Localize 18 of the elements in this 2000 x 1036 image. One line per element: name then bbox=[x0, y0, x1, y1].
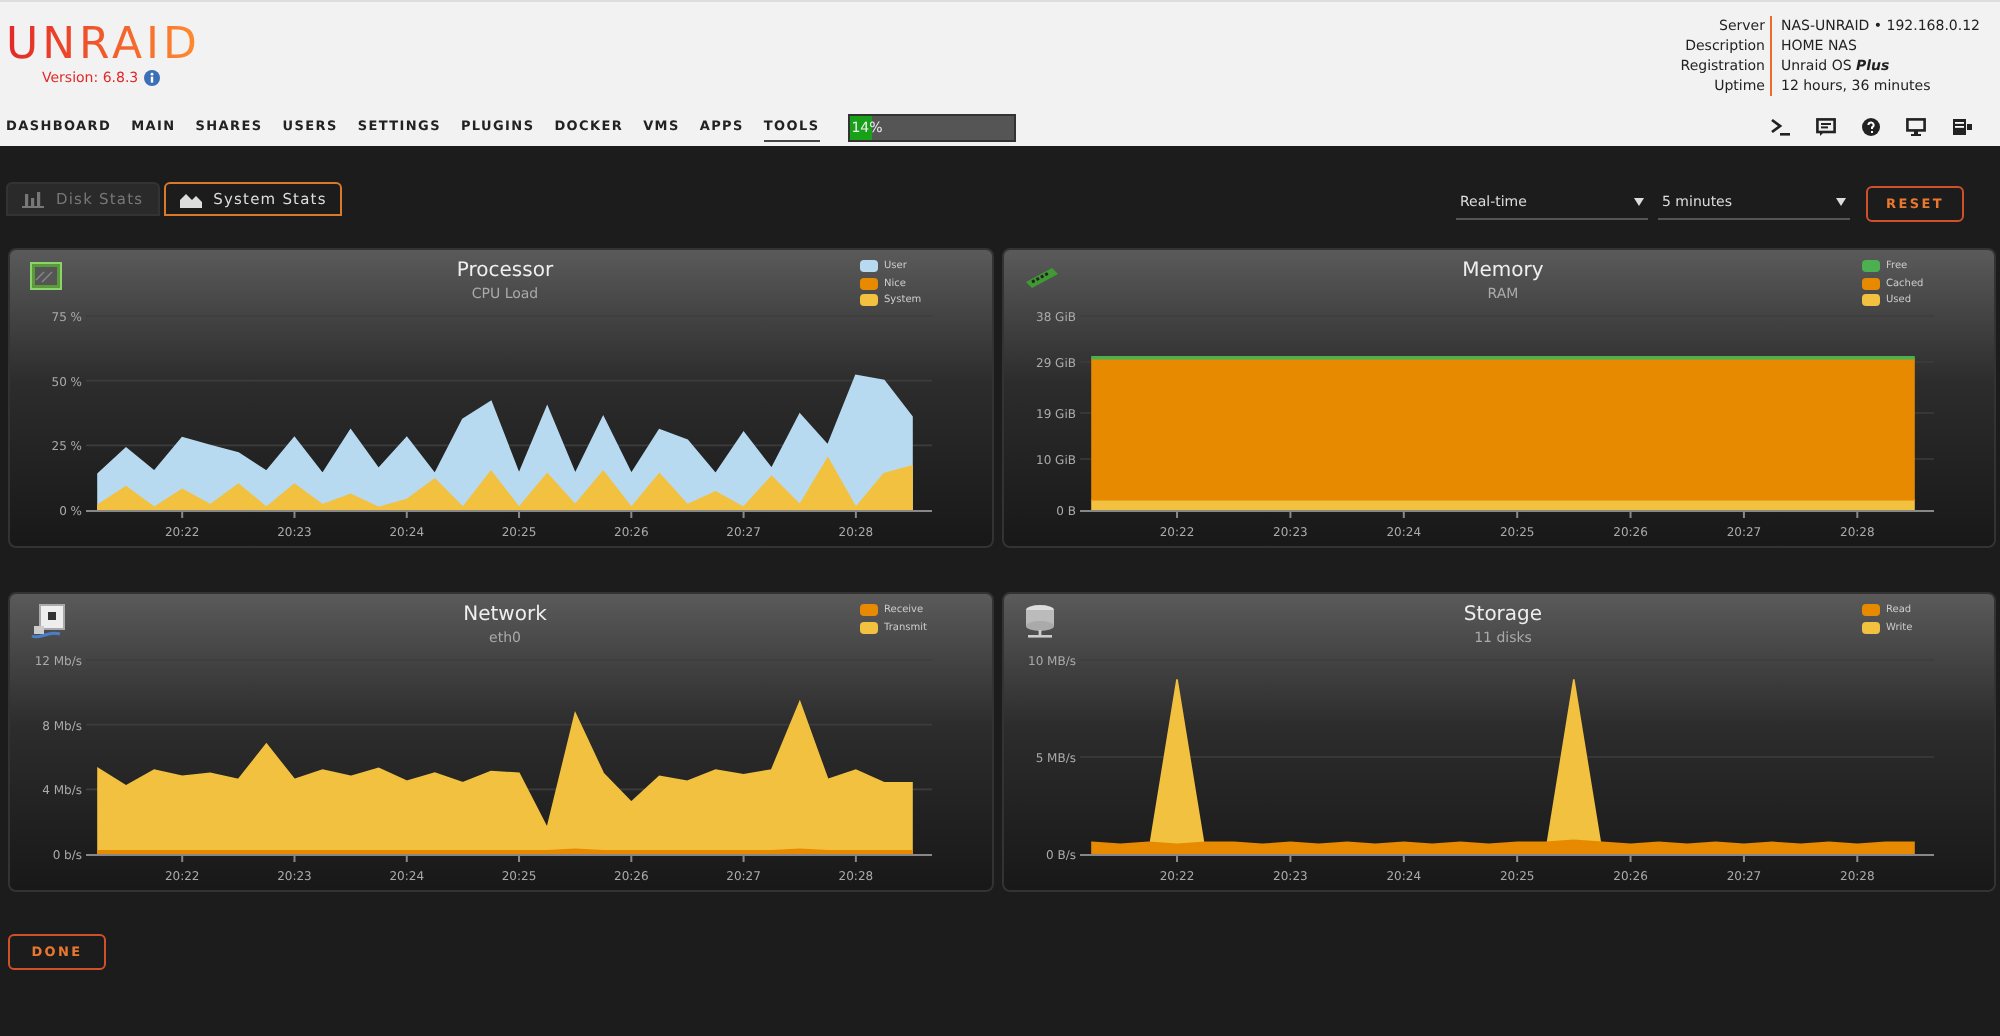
chat-icon[interactable] bbox=[1816, 118, 1836, 137]
log-icon[interactable] bbox=[1952, 118, 1972, 137]
monitor-icon[interactable] bbox=[1906, 118, 1926, 137]
panel-title: Network bbox=[461, 604, 549, 628]
panel-title: Processor bbox=[454, 260, 556, 284]
chip-icon bbox=[30, 262, 62, 290]
caret-icon bbox=[1836, 198, 1846, 206]
disk-stack-icon bbox=[1024, 604, 1056, 638]
terminal-icon[interactable] bbox=[1770, 118, 1790, 137]
computer-icon bbox=[30, 604, 66, 640]
panel-title: Memory bbox=[1460, 260, 1546, 284]
bar-chart-icon bbox=[22, 190, 44, 208]
panel-title: Storage bbox=[1461, 604, 1545, 628]
area-chart-icon bbox=[179, 190, 202, 208]
caret-icon bbox=[1634, 198, 1644, 206]
memory-stick-icon bbox=[1024, 266, 1060, 290]
help-icon[interactable] bbox=[1862, 118, 1880, 137]
info-icon[interactable] bbox=[144, 70, 161, 86]
